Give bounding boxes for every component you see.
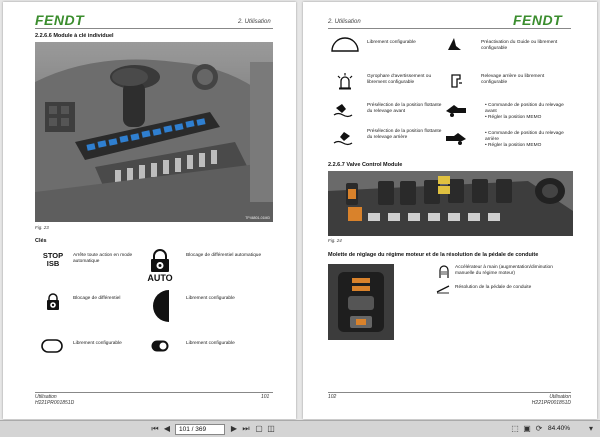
footer-label: Utilisation H221PR001851D [531,394,571,406]
engine-wheel-photo [328,264,394,340]
key-bullet-list: Commande de position du relevage avant R… [485,103,575,121]
zoom-dropdown-icon[interactable]: ▾ [586,424,596,434]
footer-rule [328,392,571,393]
diff-lock-auto-icon: AUTO [143,249,177,283]
toggle-icon [151,340,169,352]
previous-page-icon[interactable]: ◀ [162,424,172,434]
header-rule [328,28,571,29]
diff-lock-icon [43,292,63,312]
section-title: 2.2.6.7 Valve Control Module [328,162,403,168]
key-description: Librement configurable [73,341,122,346]
section-title: Molette de réglage du régime moteur et d… [328,252,539,258]
key-description: Librement configurable [186,296,235,301]
page-number: 101 [261,394,270,400]
header-rule [35,28,273,29]
document-page-left: FENDT 2. Utilisation 2.2.6.6 Module à cl… [3,2,296,419]
pedal-resolution-icon [436,284,450,294]
dome-icon [331,36,359,52]
beacon-icon [336,72,354,90]
key-description: Gyrophare d'avertissement ou librement c… [367,74,432,85]
document-page-right: 2. Utilisation FENDT Librement configura… [303,2,597,419]
footer-label: Utilisation H221PR001851D [35,394,75,406]
rear-hitch-memo-icon [444,130,468,146]
guidance-icon [446,36,462,52]
last-page-icon[interactable]: ⏭ [241,424,251,434]
fit-width-icon[interactable]: ⬚ [510,424,520,434]
hand-throttle-icon [438,265,450,279]
stop-isb-icon: STOP ISB [42,251,64,268]
valve-module-photo [328,171,573,236]
key-description: Blocage de différentiel [73,296,121,301]
key-bullet-list: Commande de position du relevage arrière… [485,131,575,149]
key-description: Librement configurable [367,40,416,45]
key-description: Présélection de la position flottante du… [367,103,442,114]
chapter-header: 2. Utilisation [238,19,271,25]
single-page-view-icon[interactable]: ▢ [254,424,264,434]
key-description: Relevage arrière ou librement configurab… [481,74,545,85]
front-float-icon [333,102,353,118]
zoom-level[interactable]: 84.40% [548,424,586,435]
fit-page-icon[interactable]: ▣ [522,424,532,434]
viewer-toolbar: ⏮ ◀ 101 / 369 ▶ ⏭ ▢ ◫ ⬚ ▣ ⟳ 84.40% ▾ [0,420,600,437]
next-page-icon[interactable]: ▶ [229,424,239,434]
figure-caption: Fig. 24 [328,238,342,243]
pdf-viewer: FENDT 2. Utilisation 2.2.6.6 Module à cl… [0,0,600,437]
key-description: Préactivation du Guide ou librement conf… [481,40,558,51]
rounded-rect-icon [41,339,63,353]
page-number-input[interactable]: 101 / 369 [175,424,225,435]
section-title: 2.2.6.6 Module à clé individuel [35,33,114,39]
two-page-view-icon[interactable]: ◫ [266,424,276,434]
key-description: Librement configurable [186,341,235,346]
first-page-icon[interactable]: ⏮ [150,424,160,434]
figure-caption: Fig. 23 [35,225,49,230]
legend-title: Clés [35,238,47,244]
key-description: Présélection de la position flottante du… [367,129,442,140]
half-circle-icon [153,290,169,322]
page-number: 102 [328,394,337,400]
key-description: Blocage de différentiel automatique [186,253,262,258]
chapter-header: 2. Utilisation [328,19,361,25]
brand-logo: FENDT [35,12,85,28]
rear-hitch-icon [448,73,464,89]
engine-item-description: Accélérateur à main (augmentation/diminu… [455,265,553,276]
photo-code: TP46801-01MD [245,216,270,220]
key-module-photo: TP46801-01MD [35,42,273,222]
footer-rule [35,392,273,393]
rear-float-icon [333,130,353,146]
brand-logo: FENDT [513,12,563,28]
rotate-icon[interactable]: ⟳ [534,424,544,434]
engine-item-description: Résolution de la pédale de conduite [455,285,532,290]
key-description: Arrête toute action en mode automatique [73,253,133,264]
front-hitch-memo-icon [444,102,468,118]
